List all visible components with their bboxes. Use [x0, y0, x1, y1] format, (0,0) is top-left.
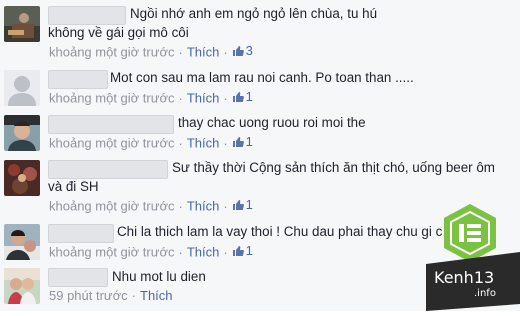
- comment-meta: khoảng một giờ trước · Thích · 1: [49, 134, 253, 151]
- like-button[interactable]: Thích: [187, 136, 220, 151]
- avatar[interactable]: [4, 6, 40, 42]
- comment-text: thay chac uong ruou roi moi the: [178, 115, 366, 130]
- timestamp[interactable]: khoảng một giờ trước: [49, 199, 174, 214]
- comment-meta: khoảng một giờ trước · Thích · 1: [49, 197, 253, 214]
- comment-text: Ngồi nhớ anh em ngỏ ngỏ lên chùa, tu hú …: [48, 6, 378, 40]
- thumbs-up-icon: [232, 136, 244, 147]
- comment-item: Ngồi nhớ anh em ngỏ ngỏ lên chùa, tu hú …: [0, 0, 520, 65]
- comment-meta: khoảng một giờ trước · Thích · 1: [49, 89, 253, 106]
- author-name[interactable]: [48, 268, 108, 287]
- like-button[interactable]: Thích: [187, 45, 220, 60]
- comment-text: Nhu mot lu dien: [112, 269, 206, 284]
- avatar[interactable]: [4, 70, 40, 106]
- comment-text: Mot con sau ma lam rau noi canh. Po toan…: [110, 70, 414, 85]
- like-count[interactable]: 1: [232, 243, 253, 258]
- author-name[interactable]: [48, 115, 174, 134]
- avatar[interactable]: [4, 224, 40, 260]
- kenh13-logo-icon: [426, 204, 520, 311]
- timestamp[interactable]: khoảng một giờ trước: [49, 245, 174, 260]
- like-count[interactable]: 3: [232, 43, 253, 58]
- comment-meta: khoảng một giờ trước · Thích · 3: [49, 43, 253, 60]
- comment-meta: khoảng một giờ trước · Thích · 1: [49, 243, 253, 260]
- thumbs-up-icon: [232, 199, 244, 210]
- comment-item: thay chac uong ruou roi moi the khoảng m…: [0, 109, 520, 156]
- timestamp[interactable]: 59 phút trước: [49, 288, 128, 303]
- timestamp[interactable]: khoảng một giờ trước: [49, 136, 174, 151]
- avatar[interactable]: [4, 268, 40, 304]
- author-name[interactable]: [48, 70, 108, 89]
- watermark-brand: Kenh13: [434, 268, 495, 287]
- thumbs-up-icon: [232, 91, 244, 102]
- author-name[interactable]: [48, 224, 114, 243]
- avatar[interactable]: [4, 160, 40, 196]
- comment-item: Mot con sau ma lam rau noi canh. Po toan…: [0, 64, 520, 110]
- like-button[interactable]: Thích: [187, 245, 220, 260]
- watermark-suffix: .info: [474, 288, 496, 299]
- comment-text: Chi la thich lam la vay thoi ! Chu dau p…: [117, 224, 443, 239]
- like-button[interactable]: Thích: [140, 288, 173, 303]
- comment-meta: 59 phút trước · Thích: [49, 288, 173, 303]
- like-count[interactable]: 1: [232, 197, 253, 212]
- timestamp[interactable]: khoảng một giờ trước: [49, 91, 174, 106]
- like-button[interactable]: Thích: [187, 91, 220, 106]
- kenh13-watermark: Kenh13 .info: [426, 204, 520, 311]
- thumbs-up-icon: [232, 45, 244, 56]
- thumbs-up-icon: [232, 245, 244, 256]
- avatar[interactable]: [4, 115, 40, 151]
- comment-text: Sư thầy thời Cộng sản thích ăn thịt chó,…: [48, 160, 495, 194]
- like-count[interactable]: 1: [232, 134, 253, 149]
- timestamp[interactable]: khoảng một giờ trước: [49, 45, 174, 60]
- like-count[interactable]: 1: [232, 89, 253, 104]
- like-button[interactable]: Thích: [187, 199, 220, 214]
